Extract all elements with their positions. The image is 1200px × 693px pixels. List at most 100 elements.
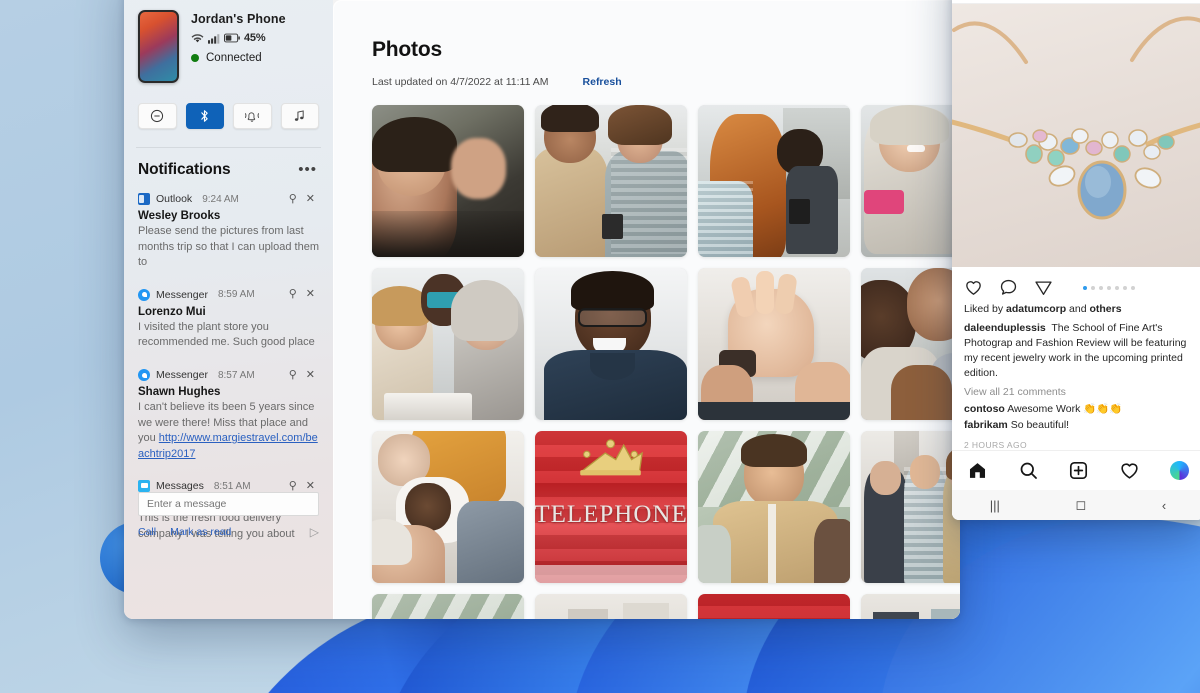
comment-username[interactable]: fabrikam: [964, 419, 1008, 431]
photos-subheader: Last updated on 4/7/2022 at 11:11 AM Ref…: [372, 76, 960, 88]
close-icon[interactable]: ✕: [306, 194, 315, 205]
pin-icon[interactable]: ⚲: [289, 481, 297, 492]
photo-bridge-partial[interactable]: [372, 594, 524, 619]
notification-time: 8:59 AM: [218, 289, 255, 300]
notification-meta: Messages 8:51 AM ⚲ ✕: [138, 480, 319, 492]
share-paperplane-icon[interactable]: [1034, 278, 1053, 297]
ringer-button[interactable]: [233, 103, 272, 129]
instagram-tab-bar: [952, 450, 1200, 490]
comment-text: Awesome Work 👏👏👏: [1007, 403, 1122, 415]
photo-group-partial[interactable]: [861, 594, 960, 619]
android-recents-icon[interactable]: |||: [990, 498, 1000, 513]
jewelry-necklace-photo[interactable]: [952, 4, 1200, 267]
minus-circle-icon: [150, 109, 164, 123]
refresh-button[interactable]: Refresh: [583, 76, 622, 88]
pin-icon[interactable]: ⚲: [289, 370, 297, 381]
photo-smiling-woman-street[interactable]: [372, 105, 524, 257]
battery-icon: [224, 33, 240, 43]
device-name: Jordan's Phone: [191, 12, 286, 26]
your-phone-app-window: Jordan's Phone: [124, 0, 960, 619]
close-icon[interactable]: ✕: [306, 370, 315, 381]
view-all-comments-link[interactable]: View all 21 comments: [964, 386, 1192, 398]
messenger-icon: [138, 369, 150, 381]
phone-thumbnail: [138, 10, 179, 83]
notification-actions: ⚲ ✕: [289, 289, 319, 300]
message-input[interactable]: [138, 492, 319, 516]
search-icon[interactable]: [1018, 460, 1039, 481]
device-summary: Jordan's Phone: [124, 0, 333, 83]
photo-hand-selfie-group[interactable]: [698, 268, 850, 420]
notification-body: Please send the pictures from last month…: [138, 224, 319, 271]
photo-two-teens-phone[interactable]: [535, 105, 687, 257]
photo-boy-glasses-laughing[interactable]: [535, 268, 687, 420]
notification-meta: Messenger 8:57 AM ⚲ ✕: [138, 369, 319, 381]
android-home-icon[interactable]: ◻: [1075, 497, 1086, 513]
photo-red-partial[interactable]: [698, 594, 850, 619]
sidebar: Jordan's Phone: [124, 0, 333, 619]
messenger-icon: [138, 289, 150, 301]
notification-actions: ⚲ ✕: [289, 194, 319, 205]
notification-item[interactable]: Messenger 8:57 AM ⚲ ✕ Shawn Hughes I can…: [138, 361, 327, 472]
photo-london-telephone-box[interactable]: TELEPHONE: [535, 431, 687, 583]
notification-item[interactable]: Outlook 9:24 AM ⚲ ✕ Wesley Brooks Please…: [138, 185, 327, 281]
photo-street-partial[interactable]: [535, 594, 687, 619]
liked-by-others[interactable]: others: [1089, 303, 1121, 315]
bluetooth-button[interactable]: [186, 103, 225, 129]
send-icon[interactable]: ▷: [310, 525, 319, 539]
pin-icon[interactable]: ⚲: [289, 194, 297, 205]
notification-body: I visited the plant store you recommende…: [138, 320, 319, 351]
music-button[interactable]: [281, 103, 320, 129]
photo-friends-overhead[interactable]: [861, 268, 960, 420]
mark-as-read-link[interactable]: Mark as read: [170, 526, 231, 538]
outlook-icon: [138, 193, 150, 205]
bell-mute-icon: [244, 109, 260, 123]
notification-link[interactable]: http://www.margiestravel.com/beachtrip20…: [138, 432, 318, 460]
android-navigation-bar: ||| ◻ ‹: [952, 490, 1200, 520]
battery-percent: 45%: [244, 32, 265, 44]
home-icon[interactable]: [967, 460, 988, 481]
pin-icon[interactable]: ⚲: [289, 289, 297, 300]
notification-time: 8:51 AM: [214, 481, 251, 492]
photo-group-laughing-yellow[interactable]: [372, 431, 524, 583]
page-title: Photos: [372, 38, 960, 62]
photo-redhead-back-crowd[interactable]: [698, 105, 850, 257]
close-icon[interactable]: ✕: [306, 289, 315, 300]
notification-item[interactable]: Messenger 8:59 AM ⚲ ✕ Lorenzo Mui I visi…: [138, 281, 327, 361]
do-not-disturb-button[interactable]: [138, 103, 177, 129]
photo-students-reading-book[interactable]: [372, 268, 524, 420]
photo-group-street-london[interactable]: [861, 431, 960, 583]
comment-bubble-icon[interactable]: [999, 278, 1018, 297]
photo-young-man-tan-jacket[interactable]: [698, 431, 850, 583]
wifi-icon: [191, 33, 204, 44]
photos-panel: Photos Last updated on 4/7/2022 at 11:11…: [333, 0, 960, 619]
notification-sender: Wesley Brooks: [138, 210, 319, 222]
profile-avatar-icon[interactable]: [1170, 461, 1189, 480]
comment-item: fabrikam So beautiful!: [964, 419, 1192, 431]
comment-username[interactable]: contoso: [964, 403, 1005, 415]
android-back-icon[interactable]: ‹: [1162, 498, 1166, 513]
compose-actions: Call Mark as read ▷: [138, 525, 319, 539]
instagram-action-row: [952, 267, 1200, 301]
connection-status: Connected: [191, 52, 286, 64]
close-icon[interactable]: ✕: [306, 481, 315, 492]
notification-app-name: Messenger: [156, 289, 208, 301]
add-post-icon[interactable]: [1068, 460, 1089, 481]
call-link[interactable]: Call: [138, 526, 156, 538]
compose-area: Call Mark as read ▷: [124, 492, 333, 539]
notification-app-name: Outlook: [156, 193, 192, 205]
notification-actions: ⚲ ✕: [289, 370, 319, 381]
notifications-more-button[interactable]: •••: [298, 166, 317, 174]
photo-grid: TELEPHONE: [372, 105, 960, 619]
liked-by-mid: and: [1066, 303, 1089, 315]
liked-by-user[interactable]: adatumcorp: [1006, 303, 1066, 315]
caption-username[interactable]: daleenduplessis: [964, 322, 1046, 334]
phone-screen-mirror-window: School of Fine Arts: [952, 0, 1200, 520]
device-status-icons: 45%: [191, 32, 286, 44]
notifications-title: Notifications: [138, 161, 231, 179]
heart-icon[interactable]: [964, 278, 983, 297]
comment-item: contoso Awesome Work 👏👏👏: [964, 402, 1192, 415]
photo-blonde-woman-smiling[interactable]: [861, 105, 960, 257]
notification-meta: Messenger 8:59 AM ⚲ ✕: [138, 289, 319, 301]
main-area: 1 Messages Photos: [333, 0, 960, 619]
activity-heart-icon[interactable]: [1119, 460, 1140, 481]
